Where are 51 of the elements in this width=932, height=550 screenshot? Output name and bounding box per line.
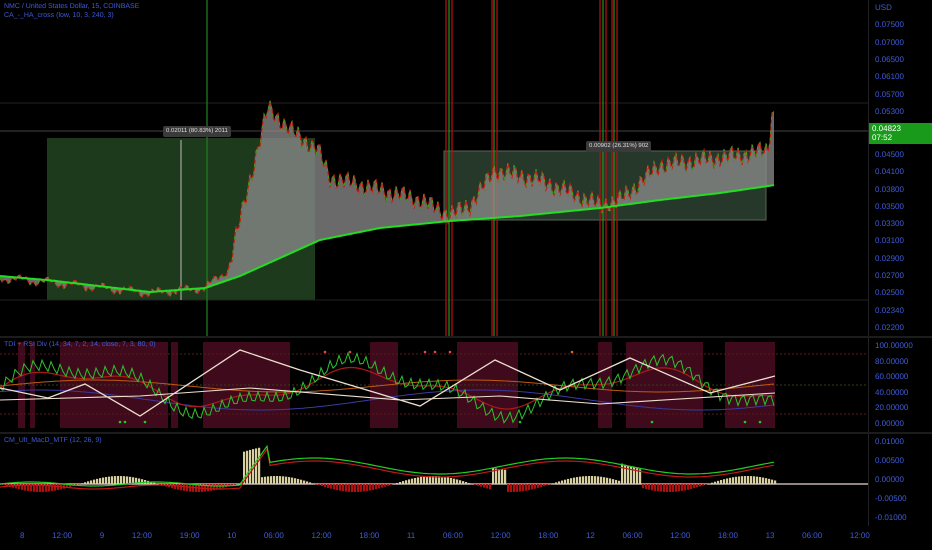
time-axis-label: 9: [100, 530, 104, 542]
time-axis-label: 06:00: [622, 530, 643, 542]
indicator-axis-label: 0.00500: [875, 455, 905, 467]
indicator-axis-label: -0.00500: [875, 493, 908, 505]
bar-countdown: 07:52: [872, 133, 894, 143]
price-axis-label: 0.03800: [875, 184, 905, 196]
indicator-axis-label: 100.00000: [875, 340, 914, 352]
price-axis-label: 0.02500: [875, 287, 905, 300]
time-axis-label: 10: [227, 530, 236, 542]
time-axis-label: 18:00: [538, 530, 558, 542]
time-axis-label: 13: [766, 530, 774, 542]
price-axis-label: 0.02700: [875, 270, 905, 282]
price-axis-label: 0.06500: [875, 54, 905, 66]
price-axis-label: 0.07000: [875, 36, 905, 49]
price-axis-label: 0.07500: [875, 19, 905, 32]
time-axis-label: 12:00: [850, 530, 870, 542]
time-axis-label: 12:00: [312, 530, 332, 542]
indicator-axis-label: 80.00000: [875, 356, 910, 368]
indicator-axis-label: 60.00000: [875, 371, 910, 384]
time-axis-label: 18:00: [718, 530, 738, 542]
last-price: 0.04823: [872, 124, 902, 134]
time-axis-label: 06:00: [442, 530, 463, 542]
price-axis-label: 0.05700: [875, 88, 905, 101]
time-axis-label: 8: [20, 530, 24, 542]
indicator-axis-label: -0.01000: [875, 512, 908, 524]
time-axis-label: 12:00: [132, 530, 152, 542]
price-axis-label: 0.03300: [875, 218, 905, 230]
time-axis-label: 12:00: [52, 530, 72, 542]
indicator-axis-label: 40.00000: [875, 386, 910, 399]
time-axis-label: 12:00: [670, 530, 690, 542]
time-axis-label: 06:00: [802, 530, 822, 542]
time-axis-label: 12: [586, 530, 595, 542]
price-axis-label: 0.02200: [875, 322, 905, 334]
indicator-axis-label: 0.00000: [875, 474, 905, 486]
time-axis-label: 11: [406, 530, 416, 542]
price-axis-label: 0.03500: [875, 200, 905, 213]
time-axis-label: 06:00: [264, 530, 284, 542]
time-axis-label: 12:00: [490, 530, 511, 542]
price-axis-label: 0.05300: [875, 106, 905, 118]
time-axis-label: 19:00: [180, 530, 200, 542]
price-axis-label: 0.04100: [875, 166, 905, 178]
indicator-axis-label: 0.00000: [875, 418, 905, 430]
indicator-axis-label: 20.00000: [875, 402, 910, 414]
axis-unit: USD: [875, 2, 893, 14]
price-axis-label: 0.04500: [875, 148, 905, 161]
time-axis-label: 18:00: [359, 530, 380, 542]
price-axis-label: 0.02900: [875, 252, 905, 265]
price-axis-label: 0.02340: [875, 304, 905, 317]
indicator-axis-label: 0.01000: [875, 436, 905, 448]
price-axis-label: 0.03100: [875, 235, 905, 248]
price-axis-label: 0.06100: [875, 71, 905, 84]
